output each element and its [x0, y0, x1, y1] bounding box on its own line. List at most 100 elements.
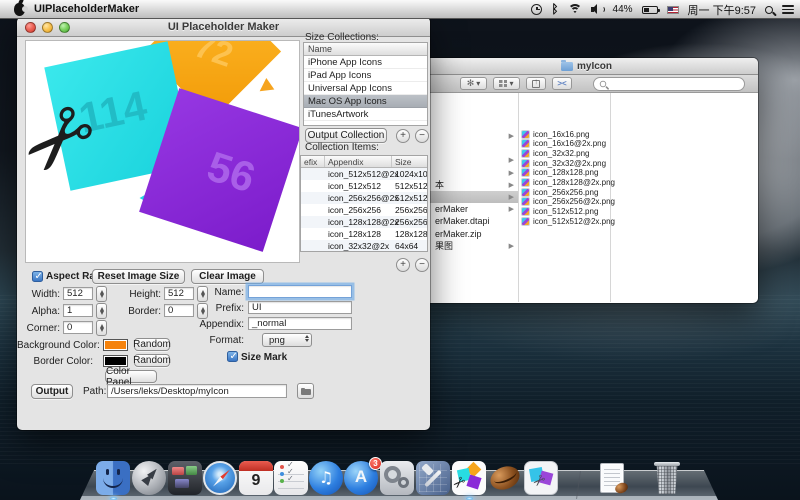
collection-item-row[interactable]: icon_256x256256x256: [301, 204, 427, 216]
finder-file-row[interactable]: icon_128x128.png: [521, 168, 609, 178]
finder-sidebar-row[interactable]: [415, 142, 518, 154]
name-column-header[interactable]: Name: [304, 43, 427, 56]
dock-reminders-icon[interactable]: ✓✓✓: [274, 461, 308, 495]
dock-system-preferences-icon[interactable]: [380, 461, 414, 495]
finder-sidebar-row[interactable]: erMaker.dtapi: [415, 215, 518, 227]
corner-field[interactable]: 0: [63, 321, 93, 334]
dock-launchpad-icon[interactable]: [132, 461, 166, 495]
background-random-button[interactable]: Random: [134, 338, 170, 351]
active-app-menu[interactable]: UIPlaceholderMaker: [34, 3, 139, 15]
finder-file-row[interactable]: icon_128x128@2x.png: [521, 178, 609, 188]
alpha-stepper[interactable]: [96, 303, 107, 319]
volume-menu-icon[interactable]: [591, 0, 604, 19]
finder-sidebar-row[interactable]: ▶: [415, 130, 518, 142]
input-source-flag-icon[interactable]: [667, 0, 679, 19]
appendix-column-header[interactable]: Appendix: [325, 156, 392, 167]
collection-items-header[interactable]: efix Appendix Size: [301, 156, 427, 168]
reset-image-size-button[interactable]: Reset Image Size: [92, 269, 185, 284]
dock-mission-control-icon[interactable]: [168, 461, 202, 495]
dock-documents-stack-icon[interactable]: [595, 461, 629, 495]
time-machine-menu-icon[interactable]: [531, 0, 542, 19]
app-window[interactable]: UI Placeholder Maker 72 114 56 ✂ Size Co…: [17, 17, 430, 430]
prefix-column-header[interactable]: efix: [301, 156, 325, 167]
aspect-ratio-checkbox[interactable]: [32, 271, 43, 282]
finder-sidebar-row[interactable]: erMaker▶: [415, 203, 518, 215]
dock-safari-icon[interactable]: [203, 461, 237, 495]
dock-ui-placeholder-maker-icon[interactable]: ✂: [452, 461, 486, 495]
size-collection-row[interactable]: Universal App Icons: [304, 82, 427, 95]
finder-sidebar-row[interactable]: ▶: [415, 154, 518, 166]
battery-percentage[interactable]: 44%: [613, 0, 633, 19]
collection-item-row[interactable]: icon_128x128128x128: [301, 228, 427, 240]
border-stepper[interactable]: [197, 303, 208, 319]
finder-file-row[interactable]: icon_16x16.png: [521, 129, 609, 139]
finder-sidebar-row[interactable]: 本▶: [415, 179, 518, 191]
dock-finder-icon[interactable]: [96, 461, 130, 495]
finder-sidebar-row[interactable]: ▶: [415, 191, 518, 203]
appendix-field[interactable]: _normal: [248, 317, 352, 330]
dock-xcode-icon[interactable]: [416, 461, 450, 495]
bluetooth-menu-icon[interactable]: ᛒ: [551, 0, 558, 19]
size-collection-row[interactable]: iPad App Icons: [304, 69, 427, 82]
color-panel-button[interactable]: Color Panel: [105, 370, 157, 383]
size-column-header[interactable]: Size: [392, 156, 427, 167]
background-color-swatch[interactable]: [103, 339, 128, 351]
collection-item-row[interactable]: icon_32x32@2x64x64: [301, 240, 427, 252]
finder-file-row[interactable]: icon_32x32.png: [521, 148, 609, 158]
width-field[interactable]: 512: [63, 287, 93, 300]
spotlight-icon[interactable]: [765, 0, 773, 19]
finder-sidebar-row[interactable]: 果图▶: [415, 240, 518, 252]
battery-icon[interactable]: [642, 0, 658, 19]
output-collection-button[interactable]: Output Collection: [305, 128, 387, 143]
zoom-button[interactable]: [59, 22, 70, 33]
add-item-button[interactable]: +: [396, 258, 410, 272]
collection-item-row[interactable]: icon_256x256@2x512x512: [301, 192, 427, 204]
finder-titlebar[interactable]: myIcon: [415, 58, 758, 75]
action-gear-button[interactable]: ✻▾: [460, 77, 487, 90]
browse-folder-button[interactable]: [297, 383, 314, 399]
alpha-field[interactable]: 1: [63, 304, 93, 317]
dock-calendar-icon[interactable]: 9: [239, 461, 273, 495]
menu-clock[interactable]: 周一 下午9:57: [688, 0, 756, 19]
collection-items-table[interactable]: efix Appendix Size icon_512x512@2x1024x1…: [300, 155, 428, 252]
dock-itunes-icon[interactable]: ♫: [309, 461, 343, 495]
finder-search-field[interactable]: [593, 77, 745, 91]
add-collection-button[interactable]: +: [396, 129, 410, 143]
finder-sidebar-row[interactable]: ▶: [415, 167, 518, 179]
height-field[interactable]: 512: [164, 287, 194, 300]
size-collection-row[interactable]: Mac OS App Icons: [304, 95, 427, 108]
close-button[interactable]: [25, 22, 36, 33]
width-stepper[interactable]: [96, 286, 107, 302]
collection-item-row[interactable]: icon_128x128@2x256x256: [301, 216, 427, 228]
finder-file-row[interactable]: icon_512x512.png: [521, 207, 609, 217]
size-collections-table[interactable]: Name iPhone App IconsiPad App IconsUnive…: [303, 42, 428, 126]
format-popup[interactable]: png: [262, 333, 312, 347]
collection-item-row[interactable]: icon_512x512@2x1024x1024: [301, 168, 427, 180]
finder-sidebar-row[interactable]: erMaker.zip: [415, 228, 518, 240]
height-stepper[interactable]: [197, 286, 208, 302]
output-button[interactable]: Output: [31, 384, 73, 399]
arrange-button[interactable]: ><: [552, 77, 572, 90]
dock-bean-icon[interactable]: [488, 461, 522, 495]
view-options-button[interactable]: ▾: [493, 77, 520, 90]
image-preview[interactable]: 72 114 56 ✂: [25, 40, 300, 263]
finder-file-row[interactable]: icon_32x32@2x.png: [521, 158, 609, 168]
size-collection-row[interactable]: iPhone App Icons: [304, 56, 427, 69]
column-divider[interactable]: [518, 93, 519, 302]
size-mark-checkbox[interactable]: [227, 351, 238, 362]
remove-item-button[interactable]: −: [415, 258, 429, 272]
corner-stepper[interactable]: [96, 320, 107, 336]
size-collection-row[interactable]: iTunesArtwork: [304, 108, 427, 121]
wifi-menu-icon[interactable]: [568, 0, 582, 19]
minimize-button[interactable]: [42, 22, 53, 33]
finder-window[interactable]: myIcon ✻▾ ▾ >< ▶▶▶本▶▶erMaker▶erMaker.dta…: [415, 58, 758, 303]
prefix-field[interactable]: UI: [248, 301, 352, 314]
path-field[interactable]: /Users/leks/Desktop/myIcon: [107, 384, 287, 398]
clear-image-button[interactable]: Clear Image: [191, 269, 264, 284]
dock-app-store-icon[interactable]: A3: [344, 461, 378, 495]
finder-file-row[interactable]: icon_512x512@2x.png: [521, 216, 609, 226]
dock-trash-icon[interactable]: [650, 461, 684, 495]
finder-file-row[interactable]: icon_16x16@2x.png: [521, 139, 609, 149]
collection-item-row[interactable]: icon_512x512512x512: [301, 180, 427, 192]
share-button[interactable]: [526, 77, 546, 90]
